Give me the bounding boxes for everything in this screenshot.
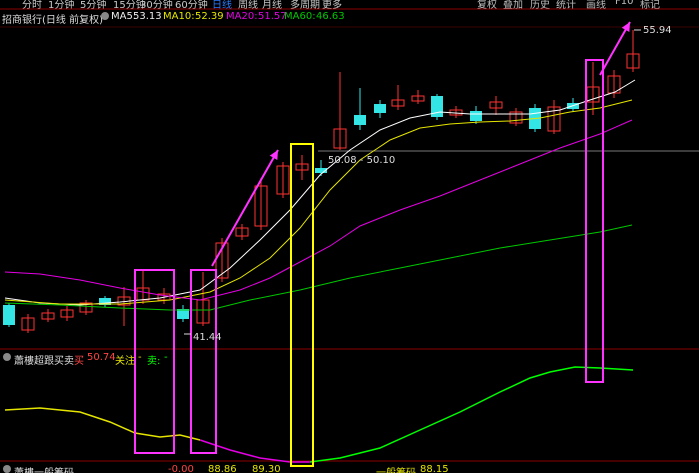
buy-label: 买 xyxy=(74,356,84,367)
bottom-v4: 88.15 xyxy=(420,464,449,473)
high-price-label: 55.94 xyxy=(643,25,672,36)
candle-body-18 xyxy=(354,115,366,125)
candle-body-24 xyxy=(470,111,482,121)
watch-value: - xyxy=(138,352,142,363)
bottom-label-right: 一般筹码 xyxy=(376,464,416,473)
candle-body-0 xyxy=(3,305,15,325)
bottom-indicator-header: 蕭樓一般筹码 -0.00 88.86 89.30 一般筹码 88.15 xyxy=(0,463,699,473)
indicator-line-green xyxy=(309,366,634,463)
low-price-label: 41.44 xyxy=(193,332,222,343)
bottom-indicator-title: 蕭樓一般筹码 xyxy=(14,464,74,473)
crosshair-price-label: 50.08 - 50.10 xyxy=(328,155,396,166)
sell-value: - xyxy=(164,352,168,363)
ma60-line xyxy=(4,224,633,311)
bottom-v1: -0.00 xyxy=(168,464,194,473)
bottom-v3: 89.30 xyxy=(252,464,281,473)
highlight-box-yellow xyxy=(290,143,314,467)
indicator-title: 蕭樓超跟买卖 xyxy=(14,356,74,367)
ma20-line xyxy=(4,119,633,301)
candlestick-chart[interactable] xyxy=(0,0,699,473)
buy-value: 50.74 xyxy=(87,352,116,363)
candle-body-19 xyxy=(374,104,386,113)
bottom-v2: 88.86 xyxy=(208,464,237,473)
trend-arrow-2-shaft xyxy=(599,21,631,76)
indicator-header: 蕭樓超跟买卖 买 50.74 关注 - 卖: - xyxy=(0,351,699,367)
sell-label: 卖: xyxy=(147,356,161,367)
indicator-line-yellow xyxy=(4,407,201,441)
ma10-line xyxy=(4,99,633,305)
watch-label: 关注 xyxy=(115,356,135,367)
trend-arrow-1-shaft xyxy=(211,149,279,267)
